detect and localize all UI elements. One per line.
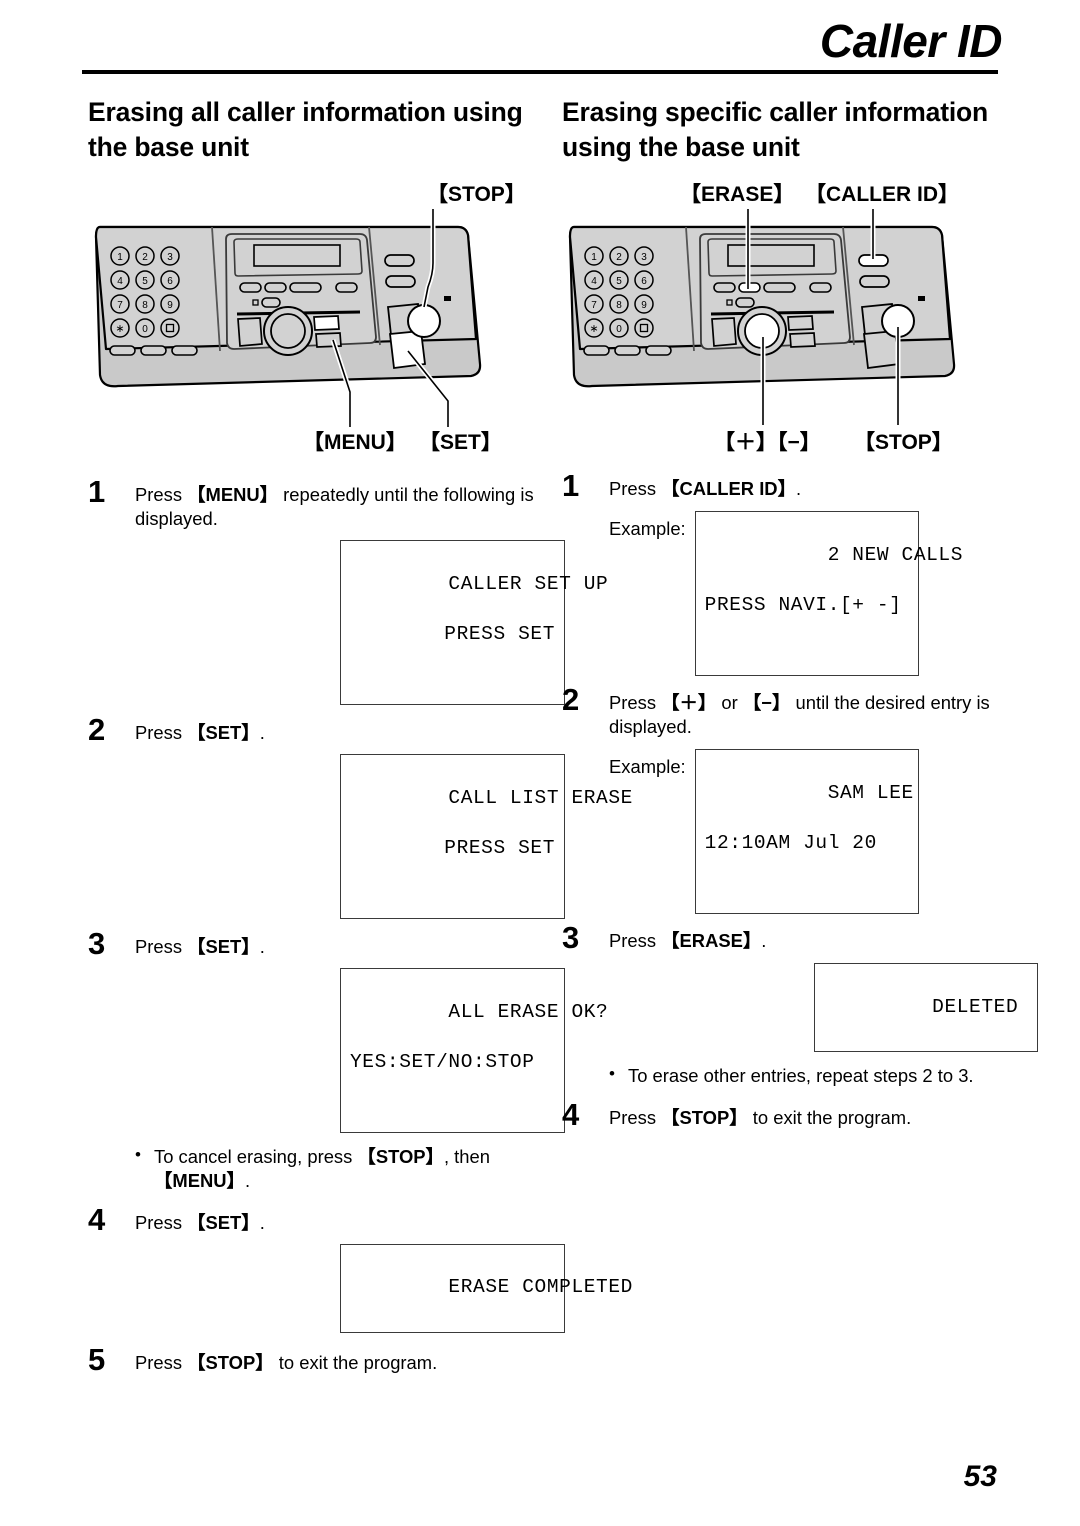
right-column: Erasing specific caller information usin… — [562, 95, 1038, 1130]
svg-text:3: 3 — [641, 252, 647, 263]
lcd-display-sam-lee: SAM LEE 12:10AM Jul 20 — [694, 749, 919, 915]
lcd-line-1: SAM LEE — [827, 781, 914, 804]
lcd-line-2: 12:10AM Jul 20 — [704, 832, 877, 855]
page-number: 53 — [963, 1460, 997, 1493]
step-number: 4 — [562, 1097, 580, 1133]
fax-stop-button-left — [407, 304, 441, 339]
step-3-left: 3 Press 【SET】. ALL ERASE OK? YES:SET/NO:… — [88, 928, 608, 1193]
step-number: 4 — [88, 1202, 106, 1238]
svg-text:8: 8 — [142, 300, 148, 311]
step-1-right: 1 Press 【CALLER ID】. Example: 2 NEW CALL… — [562, 470, 1002, 677]
lcd-display-new-calls: 2 NEW CALLS PRESS NAVI.[+ -] — [694, 511, 962, 677]
lcd-line-2: PRESS SET — [444, 623, 555, 646]
example-row: Example: 2 NEW CALLS PRESS NAVI.[+ -] — [609, 511, 1002, 677]
step-number: 2 — [562, 682, 580, 718]
svg-text:∗: ∗ — [589, 323, 598, 335]
svg-text:1: 1 — [117, 252, 123, 263]
lcd-line-1: ERASE COMPLETED — [448, 1276, 633, 1299]
svg-text:5: 5 — [616, 276, 622, 287]
callout-stop-right-label: 【STOP】 — [854, 431, 953, 454]
callout-erase-label: 【ERASE】 — [680, 183, 794, 206]
fax-lcd-right — [727, 244, 815, 268]
svg-text:1: 1 — [591, 252, 597, 263]
header-divider — [82, 70, 998, 74]
svg-text:0: 0 — [142, 324, 148, 335]
svg-text:2: 2 — [142, 252, 148, 263]
lcd-line-2: PRESS NAVI.[+ -] — [704, 594, 902, 617]
step-instruction: Press 【STOP】 to exit the program. — [609, 1107, 912, 1129]
example-label: Example: — [609, 756, 686, 778]
left-section-heading: Erasing all caller information using the… — [88, 97, 523, 163]
svg-text:4: 4 — [117, 276, 123, 287]
step-number: 3 — [88, 926, 106, 962]
example-label: Example: — [609, 518, 686, 540]
fax-menu-button-left — [313, 315, 340, 332]
lcd-line-2: PRESS SET — [444, 837, 555, 860]
lcd-line-1: DELETED — [932, 995, 1019, 1018]
lcd-display-caller-set-up: CALLER SET UP PRESS SET — [340, 540, 608, 706]
note-cancel-erasing: To cancel erasing, press 【STOP】, then 【M… — [88, 1144, 538, 1193]
left-fax-diagram: 【STOP】 1 2 3 4 5 6 7 8 9 ∗ 0 【MENU】 【SET… — [88, 179, 538, 469]
step-instruction: Press 【STOP】 to exit the program. — [135, 1352, 438, 1374]
step-number: 2 — [88, 712, 106, 748]
manual-page: Caller ID Erasing all caller information… — [0, 0, 1080, 1526]
callout-caller-id-label: 【CALLER ID】 — [805, 183, 959, 206]
step-instruction: Press 【SET】. — [135, 936, 265, 958]
lcd-line-1: 2 NEW CALLS — [827, 543, 964, 566]
page-title: Caller ID — [819, 15, 1003, 67]
step-4-left: 4 Press 【SET】. ERASE COMPLETED — [88, 1204, 632, 1334]
step-instruction: Press 【SET】. — [135, 1212, 265, 1234]
example-row: Example: SAM LEE 12:10AM Jul 20 — [609, 749, 1002, 915]
note-repeat-steps: To erase other entries, repeat steps 2 t… — [562, 1063, 1002, 1088]
callout-stop-label: 【STOP】 — [427, 183, 526, 206]
left-column: Erasing all caller information using the… — [88, 95, 632, 1375]
svg-text:0: 0 — [616, 324, 622, 335]
lcd-display-call-list-erase: CALL LIST ERASE PRESS SET — [340, 754, 632, 920]
svg-text:6: 6 — [641, 276, 647, 287]
step-4-right: 4 Press 【STOP】 to exit the program. — [562, 1099, 1002, 1130]
svg-text:5: 5 — [142, 276, 148, 287]
svg-text:6: 6 — [167, 276, 173, 287]
right-section-heading: Erasing specific caller information usin… — [562, 97, 988, 163]
step-2-right: 2 Press 【＋】 or 【−】 until the desired ent… — [562, 684, 1002, 915]
lcd-display-deleted: DELETED — [814, 963, 1038, 1053]
lcd-display-all-erase-ok: ALL ERASE OK? YES:SET/NO:STOP — [340, 968, 608, 1134]
callout-set-label: 【SET】 — [419, 431, 502, 454]
svg-text:7: 7 — [591, 300, 597, 311]
step-number: 1 — [562, 468, 580, 504]
step-number: 5 — [88, 1342, 106, 1378]
step-instruction: Press 【＋】 or 【−】 until the desired entry… — [609, 692, 990, 738]
svg-text:∗: ∗ — [115, 323, 124, 335]
svg-text:9: 9 — [167, 300, 173, 311]
step-instruction: Press 【MENU】 repeatedly until the follow… — [135, 484, 534, 530]
step-instruction: Press 【ERASE】. — [609, 930, 767, 952]
step-2-left: 2 Press 【SET】. CALL LIST ERASE PRESS SET — [88, 714, 632, 920]
lcd-line-2: YES:SET/NO:STOP — [350, 1051, 535, 1074]
svg-text:4: 4 — [591, 276, 597, 287]
lcd-display-erase-completed: ERASE COMPLETED — [340, 1244, 632, 1334]
step-1-left: 1 Press 【MENU】 repeatedly until the foll… — [88, 476, 608, 706]
svg-text:9: 9 — [641, 300, 647, 311]
step-3-right: 3 Press 【ERASE】. DELETED To erase other … — [562, 922, 1038, 1088]
step-instruction: Press 【CALLER ID】. — [609, 478, 802, 500]
svg-text:8: 8 — [616, 300, 622, 311]
svg-text:7: 7 — [117, 300, 123, 311]
step-instruction: Press 【SET】. — [135, 722, 265, 744]
svg-text:3: 3 — [167, 252, 173, 263]
step-number: 3 — [562, 920, 580, 956]
step-number: 1 — [88, 474, 106, 510]
fax-lcd-left — [253, 244, 341, 268]
callout-menu-label: 【MENU】 — [303, 431, 407, 454]
callout-plus-minus-label: 【＋】【−】 — [714, 431, 821, 454]
step-5-left: 5 Press 【STOP】 to exit the program. — [88, 1344, 538, 1375]
right-fax-diagram: 【ERASE】 【CALLER ID】 1 2 3 4 5 6 7 8 9 ∗ … — [562, 177, 1002, 467]
svg-text:2: 2 — [616, 252, 622, 263]
